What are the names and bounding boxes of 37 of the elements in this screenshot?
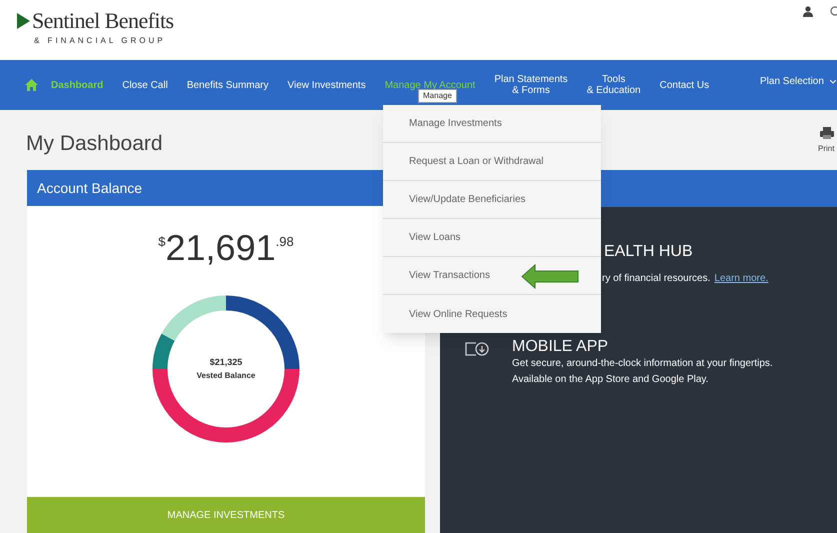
printer-icon[interactable] <box>820 127 834 139</box>
mobile-download-icon <box>464 341 490 357</box>
print-label[interactable]: Print <box>818 143 834 155</box>
arrow-icon <box>521 264 579 289</box>
menu-item[interactable]: View/Update Beneficiaries <box>383 181 601 219</box>
nav-link[interactable]: Close Call <box>122 80 168 90</box>
balance-amount: 21,691 <box>166 230 276 266</box>
section-heading: EALTH HUB <box>604 242 693 262</box>
caret-icon <box>830 80 836 84</box>
menu-item[interactable]: Request a Loan or Withdrawal <box>383 143 601 181</box>
balance-cents: .98 <box>276 233 294 251</box>
section-text: Get secure, around-the-clock information at your fingertips. Available on the App Store and Google Play. <box>512 357 774 387</box>
user-icon[interactable] <box>803 6 813 17</box>
logo-triangle-icon <box>17 13 30 29</box>
currency-symbol: $ <box>158 233 166 251</box>
nav-link[interactable]: Dashboard <box>51 80 104 90</box>
nav-link[interactable]: Plan Statements & Forms <box>494 74 568 96</box>
nav-link[interactable]: View Investments <box>288 80 366 90</box>
section-heading: MOBILE APP <box>512 337 608 357</box>
learn-more-link[interactable]: Learn more. <box>714 271 768 286</box>
tooltip: Manage <box>418 89 457 103</box>
nav-link[interactable]: Manage My Account <box>384 80 476 90</box>
plan-selection-dropdown[interactable]: Plan Selection <box>760 74 836 89</box>
menu-item[interactable]: View Loans <box>383 219 601 257</box>
nav-link[interactable]: Benefits Summary <box>186 80 269 90</box>
vested-amount: $21,325 <box>210 356 242 370</box>
section-text: ry of financial resources. <box>602 272 710 286</box>
nav-link[interactable]: Tools & Education <box>586 74 641 96</box>
logo-tagline: & FINANCIAL GROUP <box>34 35 166 47</box>
home-icon[interactable] <box>25 79 38 91</box>
page-title: My Dashboard <box>26 131 163 157</box>
menu-item[interactable]: Manage Investments <box>383 105 601 143</box>
menu-item[interactable]: View Online Requests <box>383 295 601 333</box>
card-title: Account Balance <box>37 178 142 198</box>
nav-link[interactable]: Contact Us <box>660 80 710 90</box>
logo-name: Sentinel Benefits <box>32 10 174 32</box>
vested-label: Vested Balance <box>196 370 256 382</box>
